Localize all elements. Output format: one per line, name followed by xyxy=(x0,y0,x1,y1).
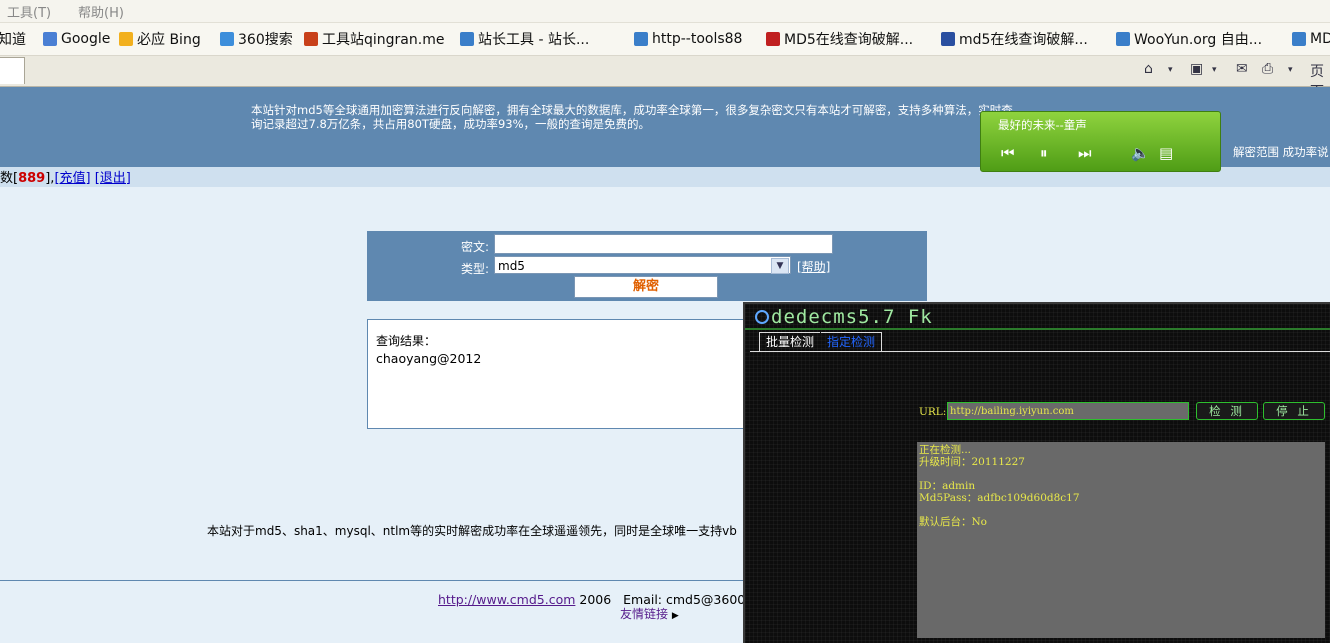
site-intro: 本站针对md5等全球通用加密算法进行反向解密，拥有全球最大的数据库，成功率全球第… xyxy=(251,103,1013,131)
tab-row: ⌂ ▾ ▣ ▾ ✉ ⎙ ▾ 页面 xyxy=(0,56,1330,100)
home-icon[interactable]: ⌂ xyxy=(1144,61,1153,77)
type-label: 类型: xyxy=(461,262,490,276)
print-icon[interactable]: ⎙ xyxy=(1262,61,1273,77)
url-input[interactable]: http://bailing.iyiyun.com xyxy=(947,402,1189,420)
chevron-down-icon[interactable]: ▾ xyxy=(1212,65,1217,75)
query-count: 889 xyxy=(18,171,46,186)
triangle-right-icon: ▶ xyxy=(671,611,679,621)
recharge-link[interactable]: [充值] xyxy=(54,171,90,186)
cipher-input[interactable] xyxy=(494,234,833,254)
browser-tab[interactable] xyxy=(0,57,25,84)
tab-single-detect[interactable]: 指定检测 xyxy=(821,332,883,351)
dedecms-tool-window: dedecms5.7 Fk 批量检测 指定检测 URL: http://bail… xyxy=(743,302,1330,643)
footer: http://www.cmd5.com 2006 Email: cmd5@360… xyxy=(438,592,746,607)
ie-page-icon xyxy=(634,32,648,46)
fav-wooyun[interactable]: WooYun.org 自由... xyxy=(1116,30,1262,48)
log-md5pass: Md5Pass：adfbc109d60d8c17 xyxy=(919,492,1080,504)
grid-icon xyxy=(941,32,955,46)
chevron-down-icon[interactable]: ▼ xyxy=(771,258,789,274)
header-links[interactable]: 解密范围 成功率说 xyxy=(1233,144,1329,160)
search-icon xyxy=(220,32,234,46)
song-title: 最好的未来--童声 xyxy=(998,118,1087,132)
log-backend: 默认后台：No xyxy=(919,516,988,528)
app-logo-icon xyxy=(755,310,769,324)
fav-qingran[interactable]: 工具站qingran.me xyxy=(304,30,444,48)
decrypt-form: 密文: 类型: md5 ▼ [帮助] 解密 xyxy=(367,231,927,301)
site-note: 本站对于md5、sha1、mysql、ntlm等的实时解密成功率在全球遥遥领先，… xyxy=(207,524,737,538)
chevron-down-icon[interactable]: ▾ xyxy=(1168,65,1173,75)
volume-icon[interactable]: 🔈 xyxy=(1131,144,1150,162)
output-log: 正在检测... 升级时间：20111227 ID：admin Md5Pass：a… xyxy=(917,442,1325,638)
music-player: 最好的未来--童声 ⏮ ⏸ ⏭ 🔈 ▤ xyxy=(980,111,1221,172)
decrypt-button[interactable]: 解密 xyxy=(574,276,718,298)
chevron-down-icon[interactable]: ▾ xyxy=(1288,65,1293,75)
fav-tools88[interactable]: http--tools88 xyxy=(634,30,742,48)
help-link[interactable]: [帮助] xyxy=(797,258,830,275)
tab-batch-detect[interactable]: 批量检测 xyxy=(759,332,821,351)
stop-button[interactable]: 停 止 xyxy=(1263,402,1325,420)
ie-page-icon xyxy=(1292,32,1306,46)
friend-links[interactable]: 友情链接 ▶ xyxy=(620,605,679,622)
tool-site-icon xyxy=(304,32,318,46)
menu-tools[interactable]: 工具(T) xyxy=(7,2,51,21)
url-label: URL: xyxy=(919,406,947,418)
fav-bing[interactable]: 必应 Bing xyxy=(119,30,201,48)
fav-md5-3[interactable]: MD5 xyxy=(1292,30,1330,48)
log-upgrade-time: 升级时间：20111227 xyxy=(919,456,1025,468)
fav-zhidao[interactable]: 知道 xyxy=(0,30,26,48)
ie-page-icon xyxy=(460,32,474,46)
fav-google[interactable]: Google xyxy=(43,30,110,48)
type-select[interactable]: md5 ▼ xyxy=(494,256,791,274)
tab-divider xyxy=(750,351,1330,352)
cmd5-icon xyxy=(766,32,780,46)
ie-page-icon xyxy=(1116,32,1130,46)
fav-md5-2[interactable]: md5在线查询破解... xyxy=(941,30,1088,48)
next-icon[interactable]: ⏭ xyxy=(1078,144,1092,162)
menu-help[interactable]: 帮助(H) xyxy=(78,2,124,21)
pause-icon[interactable]: ⏸ xyxy=(1040,144,1048,162)
fav-360[interactable]: 360搜索 xyxy=(220,30,293,48)
result-box: 查询结果： chaoyang@2012 xyxy=(367,319,769,429)
tool-title: dedecms5.7 Fk xyxy=(771,306,933,328)
log-id: ID：admin xyxy=(919,480,976,492)
result-label: 查询结果： xyxy=(376,334,437,348)
log-status: 正在检测... xyxy=(919,444,972,456)
site-url-link[interactable]: http://www.cmd5.com xyxy=(438,592,575,607)
logout-link[interactable]: [退出] xyxy=(95,171,131,186)
result-value: chaoyang@2012 xyxy=(376,351,482,366)
title-divider xyxy=(745,328,1330,330)
mail-icon[interactable]: ✉ xyxy=(1236,61,1248,77)
google-icon xyxy=(43,32,57,46)
bing-icon xyxy=(119,32,133,46)
previous-icon[interactable]: ⏮ xyxy=(1001,144,1015,162)
favorites-bar: 知道 Google 必应 Bing 360搜索 工具站qingran.me 站长… xyxy=(0,23,1330,56)
cipher-label: 密文: xyxy=(461,240,490,254)
detect-button[interactable]: 检 测 xyxy=(1196,402,1258,420)
rss-icon[interactable]: ▣ xyxy=(1190,61,1203,77)
playlist-icon[interactable]: ▤ xyxy=(1159,144,1173,162)
fav-chinaz[interactable]: 站长工具 - 站长... xyxy=(460,30,589,48)
menu-bar: 工具(T) 帮助(H) xyxy=(0,0,1330,23)
fav-md5-1[interactable]: MD5在线查询破解... xyxy=(766,30,913,48)
